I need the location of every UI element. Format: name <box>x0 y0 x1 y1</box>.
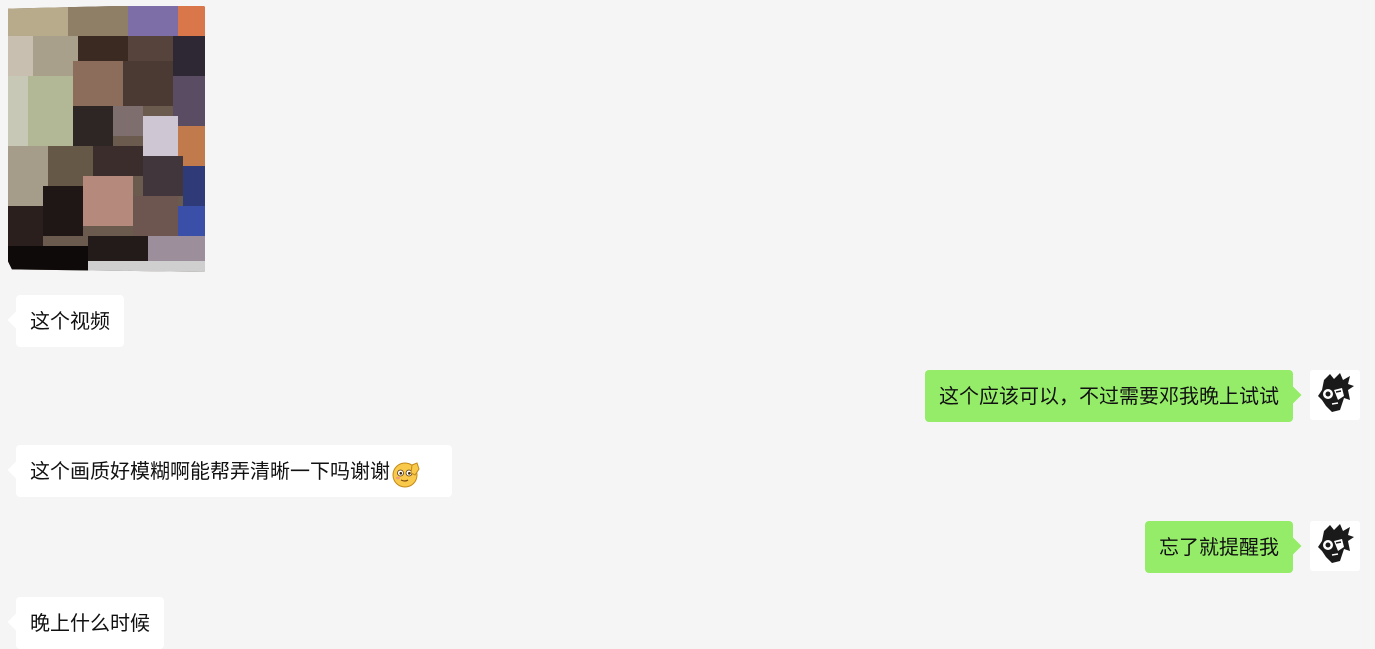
message-bubble-outgoing[interactable]: 忘了就提醒我 <box>1145 521 1293 573</box>
message-bubble-incoming[interactable]: 这个视频 <box>16 295 124 347</box>
message-text: 这个视频 <box>30 309 110 333</box>
message-bubble-outgoing[interactable]: 这个应该可以，不过需要邓我晚上试试 <box>925 370 1293 422</box>
user-avatar[interactable] <box>1310 521 1360 571</box>
message-text: 晚上什么时候 <box>30 611 150 635</box>
video-thumbnail[interactable] <box>8 6 205 272</box>
pray-smile-emoji-icon <box>391 456 421 487</box>
message-bubble-incoming[interactable]: 这个画质好模糊啊能帮弄清晰一下吗谢谢 <box>16 445 452 497</box>
blurred-image-icon <box>8 6 205 272</box>
message-text: 这个应该可以，不过需要邓我晚上试试 <box>939 384 1279 408</box>
chat-message-area[interactable]: 这个视频 这个应该可以，不过需要邓我晚上试试 这个画质好模糊啊能帮弄清晰一下吗谢… <box>0 0 1375 649</box>
avatar-portrait-icon <box>1310 370 1360 420</box>
message-bubble-incoming[interactable]: 晚上什么时候 <box>16 597 164 649</box>
message-text: 这个画质好模糊啊能帮弄清晰一下吗谢谢 <box>30 459 390 483</box>
avatar-portrait-icon <box>1310 521 1360 571</box>
user-avatar[interactable] <box>1310 370 1360 420</box>
message-text: 忘了就提醒我 <box>1159 535 1279 559</box>
